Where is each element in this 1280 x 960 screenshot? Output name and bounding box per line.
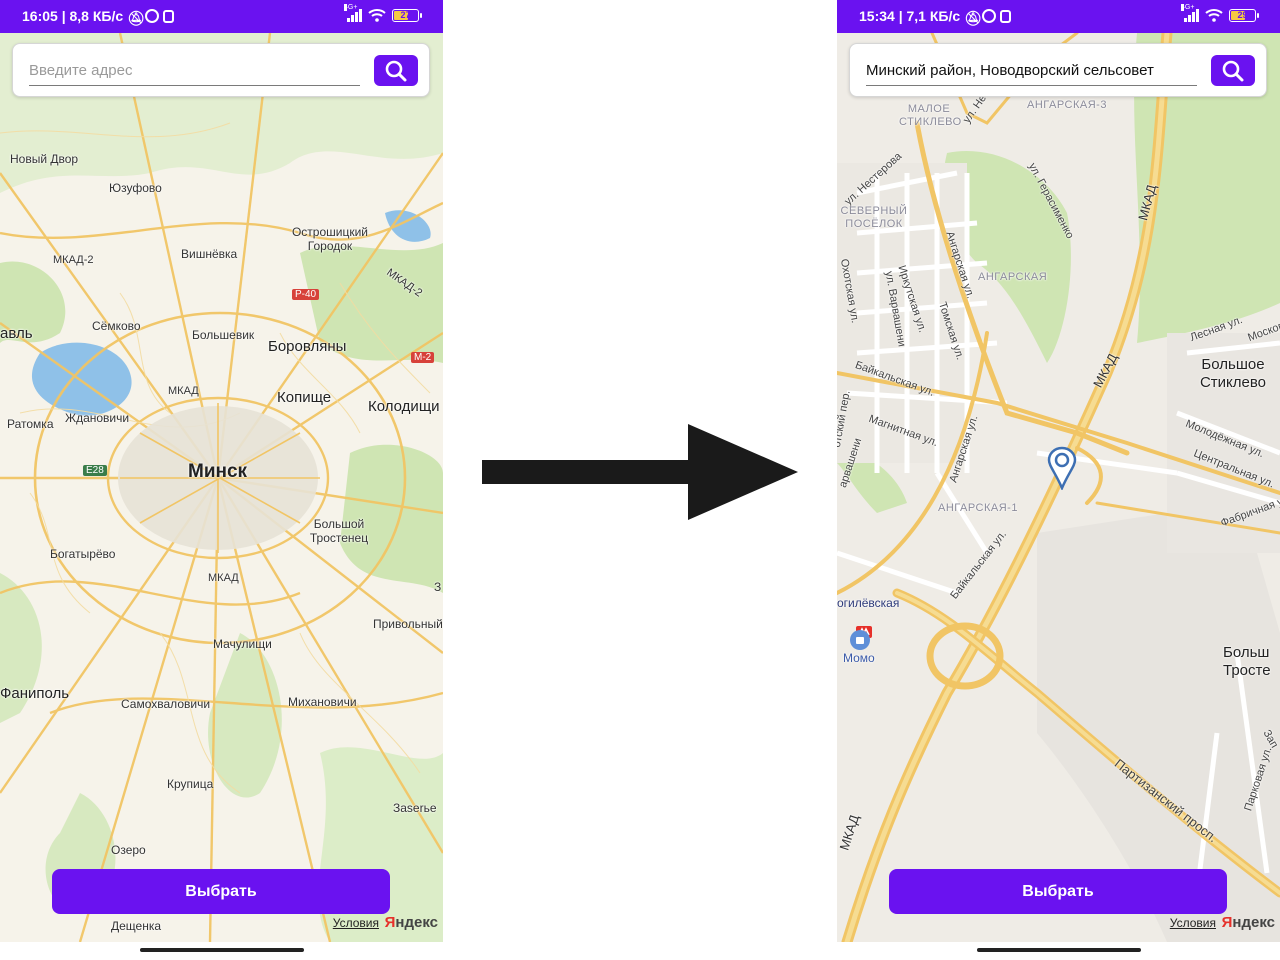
- home-indicator[interactable]: [140, 948, 304, 952]
- alarm-icon: [145, 9, 160, 23]
- map-label: Новый Двор: [10, 152, 79, 166]
- map-label-city: Минск: [188, 461, 248, 482]
- yandex-logo: Яндекс: [1221, 914, 1275, 931]
- map-label: СЕВЕРНЫЙ ПОСЁЛОК: [840, 205, 908, 230]
- map-label: Момо: [843, 651, 875, 665]
- map-label: Копище: [277, 389, 332, 406]
- mute-icon: 🔕︎: [964, 10, 982, 26]
- status-right: 4G+ 27: [344, 4, 422, 22]
- status-right: 4G+ 29: [1181, 4, 1259, 22]
- wifi-icon: [368, 8, 386, 22]
- terms-link[interactable]: Условия: [1170, 916, 1216, 930]
- route-badge: Р-40: [292, 289, 320, 300]
- map-label: Колодищи: [368, 398, 440, 415]
- status-time: 16:05 | 8,8 КБ/с 🔕︎: [22, 8, 175, 26]
- map-label: МКАД: [208, 572, 239, 584]
- map-view[interactable]: МАЛОЕ СТИКЛЕВО АНГАРСКАЯ-3 ул. Нестерова…: [837, 33, 1280, 942]
- search-button[interactable]: [1211, 55, 1255, 86]
- map-label: Большой Тростенец: [309, 517, 369, 545]
- map-label: Сёмково: [92, 319, 141, 333]
- screen-icon: [163, 10, 175, 23]
- map-label: АНГАРСКАЯ: [978, 271, 1048, 283]
- search-button[interactable]: [374, 55, 418, 86]
- screen-icon: [1000, 10, 1012, 23]
- address-search-box: Минский район, Новодворский сельсовет: [849, 43, 1267, 97]
- status-time: 15:34 | 7,1 КБ/с 🔕︎: [859, 8, 1012, 26]
- map-label: Озеро: [111, 843, 146, 857]
- map-label: Крупица: [167, 777, 214, 791]
- map-label: Фаниполь: [0, 685, 70, 702]
- map-label: АНГАРСКАЯ-1: [938, 502, 1018, 514]
- route-badge: E28: [83, 465, 107, 476]
- map-label: огилёвская: [837, 596, 900, 610]
- map-label: Мачулищи: [213, 637, 272, 651]
- map-label: МКАД-2: [53, 254, 94, 266]
- status-bar: 16:05 | 8,8 КБ/с 🔕︎ 4G+ 27: [0, 0, 443, 33]
- battery-icon: 29: [1229, 8, 1259, 22]
- wifi-icon: [1205, 8, 1223, 22]
- arrow-icon: [482, 424, 798, 520]
- map-label: Заserье: [393, 801, 437, 815]
- map-label: Михановичи: [288, 695, 357, 709]
- select-button[interactable]: Выбрать: [52, 869, 390, 914]
- terms-link[interactable]: Условия: [333, 916, 379, 930]
- search-icon: [1222, 60, 1244, 82]
- map-label: З: [434, 580, 442, 594]
- map-label: Богатырёво: [50, 547, 116, 561]
- route-badge: М-2: [411, 352, 435, 363]
- map-label: Большое Стиклево: [1199, 356, 1267, 391]
- status-bar: 15:34 | 7,1 КБ/с 🔕︎ 4G+ 29: [837, 0, 1280, 33]
- map-label: авль: [0, 325, 33, 342]
- map-label: МАЛОЕ СТИКЛЕВО: [899, 103, 962, 128]
- map-label: Ждановичи: [65, 411, 130, 425]
- mute-icon: 🔕︎: [127, 10, 145, 26]
- alarm-icon: [982, 9, 997, 23]
- signal-icon: 4G+: [1181, 4, 1199, 22]
- address-input[interactable]: Минский район, Новодворский сельсовет: [866, 58, 1197, 86]
- map-label: МКАД: [168, 385, 199, 397]
- signal-icon: 4G+: [344, 4, 362, 22]
- yandex-logo: Яндекс: [384, 914, 438, 931]
- left-screen: 16:05 | 8,8 КБ/с 🔕︎ 4G+ 27 Новый Двор Юз…: [0, 0, 443, 960]
- map-label: Привольный: [373, 617, 443, 631]
- map-label: Острошицкий Городок: [291, 225, 369, 253]
- map-label: Ратомка: [7, 417, 54, 431]
- location-pin-icon: [1047, 446, 1077, 490]
- battery-icon: 27: [392, 8, 422, 22]
- shop-icon: [850, 630, 870, 650]
- right-screen: 15:34 | 7,1 КБ/с 🔕︎ 4G+ 29 МАЛОЕ СТИКЛЕВ…: [837, 0, 1280, 960]
- select-button[interactable]: Выбрать: [889, 869, 1227, 914]
- map-label: АНГАРСКАЯ-3: [1027, 99, 1107, 111]
- map-label: Самохваловичи: [121, 697, 211, 711]
- map-view[interactable]: Новый Двор Юзуфово Острошицкий Городок М…: [0, 33, 443, 942]
- map-label: Больш Тросте: [1223, 644, 1271, 679]
- home-indicator[interactable]: [977, 948, 1141, 952]
- map-label: Дещенка: [111, 919, 162, 933]
- search-icon: [385, 60, 407, 82]
- map-label: Боровляны: [268, 338, 347, 355]
- map-label: Юзуфово: [109, 181, 162, 195]
- map-label: Вишнёвка: [181, 247, 238, 261]
- address-search-box: Введите адрес: [12, 43, 430, 97]
- address-input[interactable]: Введите адрес: [29, 58, 360, 86]
- map-label: Большевик: [192, 328, 255, 342]
